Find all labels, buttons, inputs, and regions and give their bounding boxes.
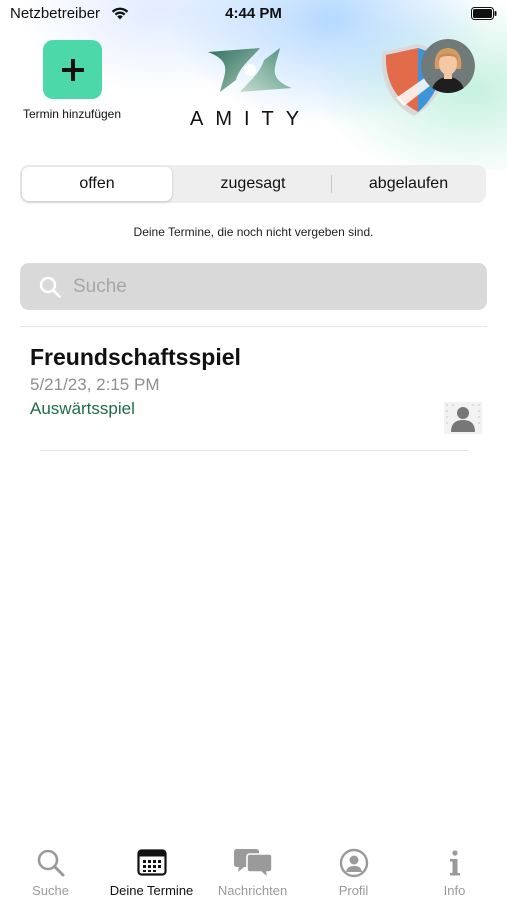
search-input[interactable] xyxy=(71,274,455,299)
segment-divider xyxy=(331,175,332,193)
calendar-icon xyxy=(136,849,167,876)
add-appointment-button[interactable] xyxy=(43,40,102,99)
tab-appointments[interactable]: Deine Termine xyxy=(101,840,202,900)
tab-messages-label: Nachrichten xyxy=(217,883,288,898)
info-icon xyxy=(449,850,460,876)
avatar-portrait-icon xyxy=(421,39,475,93)
list-divider xyxy=(20,326,487,327)
tab-search[interactable]: Suche xyxy=(0,840,101,900)
person-placeholder-icon xyxy=(444,402,482,434)
event-list-item[interactable]: Freundschaftsspiel 5/21/23, 2:15 PM Ausw… xyxy=(20,330,487,450)
search-icon xyxy=(37,849,64,877)
battery-icon xyxy=(471,7,497,20)
status-bar: Netzbetreiber 4:44 PM xyxy=(0,0,507,28)
tab-bar: Suche Deine Termine Nachrichten Profil I… xyxy=(0,840,507,900)
user-avatar[interactable] xyxy=(421,39,475,93)
segment-abgelaufen[interactable]: abgelaufen xyxy=(333,167,484,201)
brand-name: AMITY xyxy=(190,108,312,130)
event-title: Freundschaftsspiel xyxy=(30,344,241,370)
profile-icon xyxy=(339,848,368,878)
chat-icon xyxy=(233,849,273,880)
segment-offen[interactable]: offen xyxy=(22,167,172,201)
segment-zugesagt[interactable]: zugesagt xyxy=(177,167,329,201)
status-segmented-control: offen zugesagt abgelaufen xyxy=(20,165,486,203)
search-bar[interactable] xyxy=(20,263,487,310)
search-icon xyxy=(39,276,61,298)
tab-profile[interactable]: Profil xyxy=(303,840,404,900)
list-divider xyxy=(40,450,468,451)
tab-profile-label: Profil xyxy=(338,883,369,898)
tab-messages[interactable]: Nachrichten xyxy=(202,840,303,900)
tab-info[interactable]: Info xyxy=(404,840,505,900)
tab-appointments-label: Deine Termine xyxy=(109,883,194,898)
plus-icon xyxy=(61,58,84,81)
event-date: 5/21/23, 2:15 PM xyxy=(30,375,160,394)
tab-search-label: Suche xyxy=(32,883,69,898)
tab-info-label: Info xyxy=(443,883,466,898)
event-type: Auswärtsspiel xyxy=(30,399,135,418)
add-appointment-label: Termin hinzufügen xyxy=(22,107,122,121)
status-time: 4:44 PM xyxy=(225,5,282,22)
amity-logo-icon xyxy=(208,48,292,92)
segment-description: Deine Termine, die noch nicht vergeben s… xyxy=(133,225,374,239)
